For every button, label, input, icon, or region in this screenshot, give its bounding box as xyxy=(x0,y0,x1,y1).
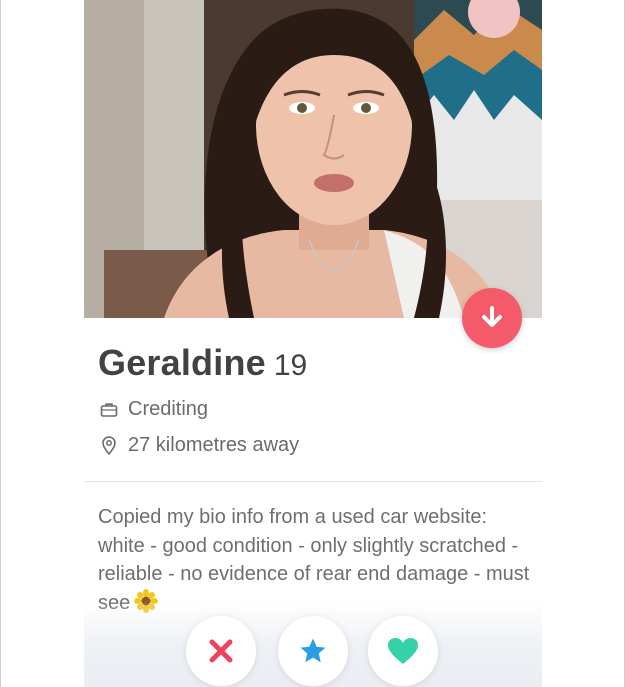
super-like-button[interactable] xyxy=(278,616,348,686)
nope-button[interactable] xyxy=(186,616,256,686)
job-title: Crediting xyxy=(128,398,209,420)
briefcase-icon xyxy=(98,399,120,421)
distance-text: 27 kilometres away xyxy=(128,434,300,456)
location-pin-icon xyxy=(98,435,120,457)
name-age-row: Geraldine 19 xyxy=(98,342,307,384)
heart-icon xyxy=(388,638,418,664)
profile-card: Geraldine 19 Crediting 27 kilometres awa… xyxy=(84,0,542,687)
close-icon xyxy=(209,639,233,663)
profile-photo[interactable] xyxy=(84,0,542,318)
star-icon xyxy=(300,638,326,663)
bio-text: Copied my bio info from a used car websi… xyxy=(98,506,530,614)
job-row: Crediting xyxy=(98,398,208,421)
profile-photo-image xyxy=(84,0,542,318)
like-button[interactable] xyxy=(368,616,438,686)
profile-age: 19 xyxy=(273,349,308,382)
collapse-profile-button[interactable] xyxy=(462,288,522,348)
profile-name: Geraldine xyxy=(98,342,266,383)
distance-row: 27 kilometres away xyxy=(98,434,299,457)
section-divider xyxy=(84,481,542,482)
arrow-down-icon xyxy=(482,306,502,327)
